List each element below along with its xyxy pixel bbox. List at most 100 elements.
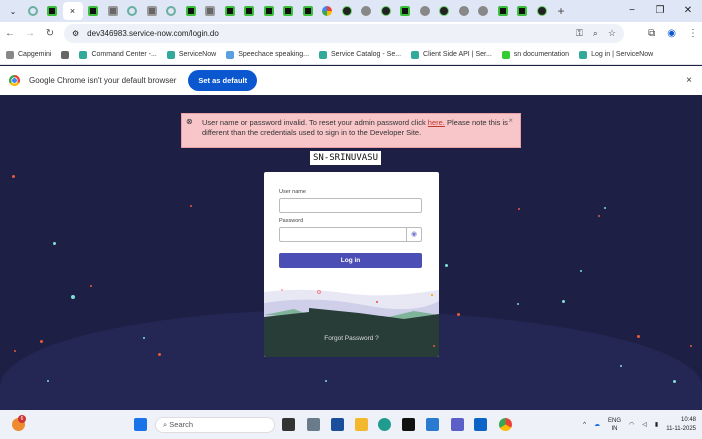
profile-avatar[interactable]: ◉	[667, 28, 676, 39]
star-decoration	[690, 345, 692, 347]
login-button[interactable]: Log in	[279, 253, 422, 268]
windows-taskbar: 6 ⌕ Search ^ ☁ ENG IN ◠ ◁ ▮ 10:48 11-11-20…	[0, 410, 702, 439]
bookmark-star-icon[interactable]: ☆	[608, 28, 616, 39]
close-window-button[interactable]: ✕	[674, 0, 702, 22]
bookmark-item[interactable]: Log in | ServiceNow	[579, 50, 653, 59]
tab[interactable]	[143, 2, 161, 20]
site-info-icon[interactable]: ⚙	[72, 29, 79, 38]
tab[interactable]	[279, 2, 297, 20]
taskbar-search[interactable]: ⌕ Search	[155, 417, 275, 433]
favicon-icon	[478, 6, 488, 16]
teams-icon[interactable]	[451, 418, 464, 431]
bookmark-item[interactable]: Client Side API | Ser...	[411, 50, 492, 59]
tab[interactable]	[396, 2, 414, 20]
tab[interactable]	[240, 2, 258, 20]
set-as-default-button[interactable]: Set as default	[188, 70, 258, 91]
store-icon[interactable]	[331, 418, 344, 431]
tab[interactable]	[494, 2, 512, 20]
tab[interactable]	[123, 2, 141, 20]
tab[interactable]	[513, 2, 531, 20]
edge-icon[interactable]	[378, 418, 391, 431]
show-hidden-icons[interactable]: ^	[583, 422, 586, 428]
servicenow-icon	[319, 50, 328, 59]
onedrive-icon[interactable]: ☁	[594, 421, 600, 428]
favicon-icon	[439, 6, 449, 16]
tab[interactable]	[377, 2, 395, 20]
tab[interactable]	[357, 2, 375, 20]
clock[interactable]: 10:48 11-11-2025	[666, 416, 696, 434]
chrome-icon	[9, 75, 20, 86]
star-decoration	[518, 208, 520, 210]
battery-icon[interactable]: ▮	[655, 421, 658, 428]
star-decoration	[90, 285, 92, 287]
tab[interactable]	[260, 2, 278, 20]
url-text[interactable]: dev346983.service-now.com/login.do	[87, 29, 219, 38]
tab[interactable]	[43, 2, 61, 20]
tab-search-button[interactable]: ⌄	[4, 2, 22, 20]
tab-active[interactable]: ×	[62, 2, 83, 20]
tab[interactable]	[201, 2, 219, 20]
tab[interactable]	[24, 2, 42, 20]
bookmark-item[interactable]: ServiceNow	[166, 50, 216, 59]
doc-icon	[501, 50, 510, 59]
terminal-icon[interactable]	[402, 418, 415, 431]
tab[interactable]	[533, 2, 551, 20]
start-button[interactable]	[134, 418, 147, 431]
tab[interactable]	[435, 2, 453, 20]
close-tab-icon[interactable]: ×	[70, 6, 75, 16]
star-decoration	[433, 345, 435, 347]
reload-button[interactable]: ↻	[40, 28, 60, 39]
task-view-icon[interactable]	[282, 418, 295, 431]
tab[interactable]	[416, 2, 434, 20]
tab[interactable]	[221, 2, 239, 20]
menu-icon[interactable]: ⋮	[688, 28, 698, 39]
tab[interactable]	[455, 2, 473, 20]
tab[interactable]	[338, 2, 356, 20]
alert-close-button[interactable]: ×	[508, 116, 513, 126]
chrome-taskbar-icon[interactable]	[499, 418, 512, 431]
notepad-icon[interactable]	[426, 418, 439, 431]
favicon-icon	[458, 6, 469, 16]
forgot-password-link[interactable]: Forgot Password ?	[264, 335, 439, 342]
forward-button[interactable]: →	[20, 28, 40, 39]
password-input[interactable]: ◉	[279, 227, 422, 242]
servicenow-icon	[79, 50, 88, 59]
zoom-icon[interactable]: ⌕	[593, 28, 598, 39]
infobar-close-button[interactable]: ×	[686, 75, 692, 86]
address-bar[interactable]: ⚙ dev346983.service-now.com/login.do ⚿ ⌕ ☆	[64, 24, 624, 43]
extensions-icon[interactable]: ⧉	[648, 28, 655, 39]
bookmark-item[interactable]: sn documentation	[501, 50, 569, 59]
back-button[interactable]: ←	[0, 28, 20, 39]
bookmark-item[interactable]	[61, 50, 70, 59]
favicon-icon	[224, 6, 235, 16]
tab[interactable]	[162, 2, 180, 20]
tab[interactable]	[104, 2, 122, 20]
favicon-icon	[263, 6, 274, 16]
password-key-icon[interactable]: ⚿	[576, 28, 583, 39]
volume-icon[interactable]: ◁	[642, 421, 647, 428]
tab[interactable]	[299, 2, 317, 20]
language-indicator[interactable]: ENG IN	[608, 417, 621, 433]
tab-strip: ⌄ × + − ❐ ✕	[0, 0, 702, 22]
bookmark-item[interactable]: Speechace speaking...	[226, 50, 309, 59]
tab[interactable]	[318, 2, 336, 20]
login-card: User name Password ◉ Log in Forgot Passw…	[264, 172, 439, 357]
tab[interactable]	[474, 2, 492, 20]
file-explorer-icon[interactable]	[355, 418, 368, 431]
wifi-icon[interactable]: ◠	[629, 421, 634, 428]
favicon-icon	[27, 6, 38, 16]
calculator-icon[interactable]	[307, 418, 320, 431]
outlook-icon[interactable]	[474, 418, 487, 431]
show-password-eye-icon[interactable]: ◉	[406, 228, 421, 241]
tab[interactable]	[182, 2, 200, 20]
restore-button[interactable]: ❐	[646, 0, 674, 22]
bookmark-item[interactable]: Command Center -...	[79, 50, 157, 59]
bookmark-item[interactable]: Service Catalog - Se...	[319, 50, 401, 59]
new-tab-button[interactable]: +	[552, 2, 570, 20]
minimize-button[interactable]: −	[618, 0, 646, 22]
username-input[interactable]	[279, 198, 422, 213]
reset-password-link[interactable]: here.	[428, 118, 445, 127]
bookmark-item[interactable]: Capgemini	[6, 50, 51, 59]
apps-icon	[61, 50, 70, 59]
tab[interactable]	[84, 2, 102, 20]
